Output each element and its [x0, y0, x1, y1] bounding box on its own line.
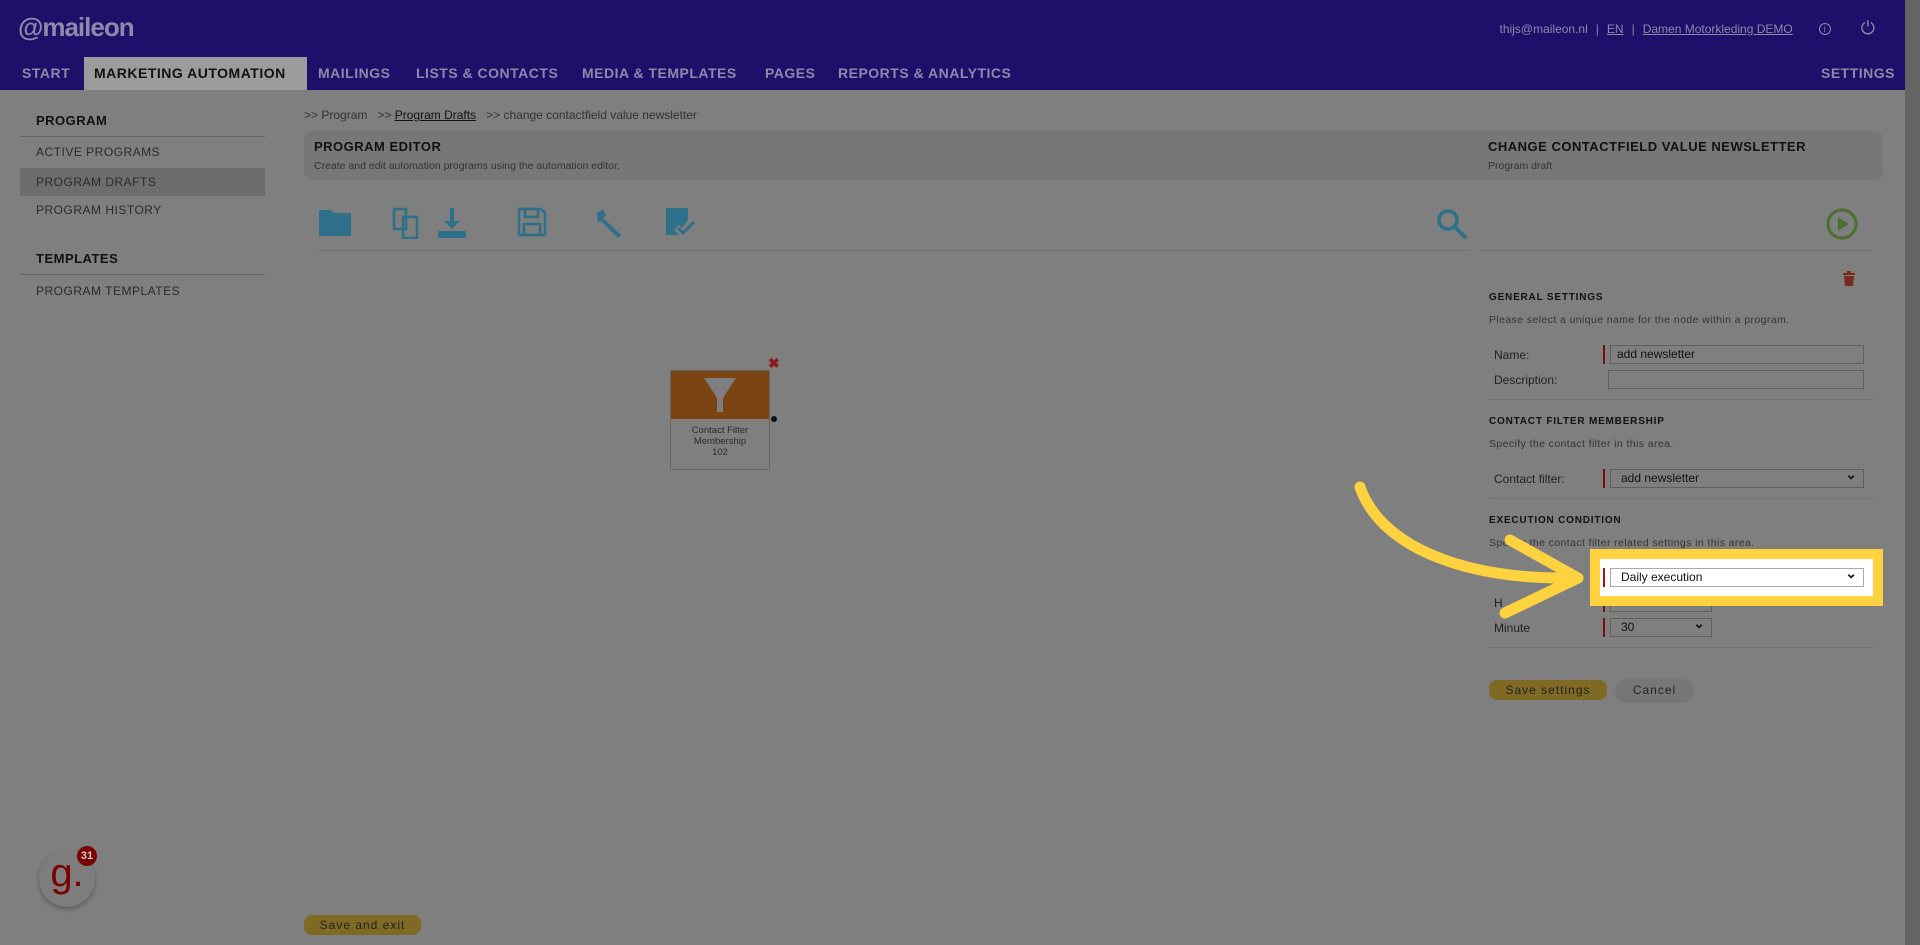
play-icon[interactable] — [1824, 207, 1860, 243]
copy-icon[interactable] — [390, 207, 426, 243]
save-icon[interactable] — [514, 207, 550, 243]
program-header: CHANGE CONTACTFIELD VALUE NEWSLETTER Pro… — [1478, 131, 1883, 180]
contact-filter-heading: CONTACT FILTER MEMBERSHIP — [1489, 416, 1665, 427]
node-connector[interactable] — [771, 416, 777, 422]
delete-node-icon[interactable]: ✖ — [768, 355, 780, 372]
hour-label: H — [1494, 596, 1503, 610]
nav-lists-contacts[interactable]: LISTS & CONTACTS — [406, 57, 568, 90]
divider — [20, 274, 265, 275]
nav-start[interactable]: START — [12, 57, 80, 90]
node-id: 102 — [712, 447, 728, 458]
nav-media-templates[interactable]: MEDIA & TEMPLATES — [572, 57, 747, 90]
sidebar-item-program-history[interactable]: PROGRAM HISTORY — [20, 196, 265, 224]
save-settings-button[interactable]: Save settings — [1489, 680, 1607, 700]
cancel-button[interactable]: Cancel — [1617, 680, 1692, 700]
download-icon[interactable] — [434, 207, 470, 243]
node-type: Contact Filter — [691, 425, 749, 436]
scrollbar[interactable] — [1905, 0, 1920, 945]
nav-mailings[interactable]: MAILINGS — [308, 57, 400, 90]
divider — [318, 250, 1470, 251]
language-link[interactable]: EN — [1607, 22, 1624, 36]
divider — [1480, 250, 1872, 251]
required-marker — [1603, 469, 1605, 488]
sidebar-heading-program: PROGRAM — [36, 113, 108, 128]
minute-select[interactable]: 30 — [1610, 615, 1712, 637]
checklist-icon[interactable] — [662, 207, 698, 243]
name-label: Name: — [1494, 348, 1530, 362]
nav-pages[interactable]: PAGES — [755, 57, 825, 90]
sidebar-item-active-programs[interactable]: ACTIVE PROGRAMS — [20, 138, 265, 166]
page-subtitle: Create and edit automation programs usin… — [314, 160, 620, 172]
sidebar-item-program-drafts[interactable]: PROGRAM DRAFTS — [20, 168, 265, 196]
divider — [1489, 647, 1874, 648]
required-marker — [1603, 345, 1605, 364]
node-label: Contact Filter Membership 102 — [671, 419, 769, 458]
page-title: PROGRAM EDITOR — [314, 139, 442, 154]
user-email: thijs@maileon.nl — [1499, 21, 1588, 36]
contact-filter-text: Specify the contact filter in this area. — [1489, 438, 1674, 450]
trash-icon[interactable] — [1843, 271, 1855, 291]
account-link[interactable]: Damen Motorkleding DEMO — [1643, 22, 1793, 36]
general-settings-text: Please select a unique name for the node… — [1489, 314, 1790, 326]
program-title: CHANGE CONTACTFIELD VALUE NEWSLETTER — [1488, 139, 1806, 154]
contact-filter-node[interactable]: Contact Filter Membership 102 — [670, 370, 770, 470]
program-status: Program draft — [1488, 160, 1553, 172]
execution-type-select[interactable]: Daily execution — [1610, 565, 1864, 587]
divider — [1489, 498, 1874, 499]
sidebar-heading-templates: TEMPLATES — [36, 251, 119, 266]
maileon-logo[interactable]: @maileon — [18, 12, 135, 43]
divider — [20, 136, 265, 137]
power-icon[interactable]: ⏻ — [1861, 18, 1875, 39]
breadcrumb: >> Program >> Program Drafts >> change c… — [304, 108, 697, 122]
name-input[interactable]: add newsletter — [1610, 345, 1864, 364]
breadcrumb-program-drafts[interactable]: Program Drafts — [395, 108, 476, 122]
breadcrumb-program[interactable]: >> Program — [304, 108, 367, 122]
automation-canvas[interactable] — [318, 272, 1470, 907]
sidebar-item-program-templates[interactable]: PROGRAM TEMPLATES — [20, 277, 265, 305]
nav-marketing-automation[interactable]: MARKETING AUTOMATION — [84, 57, 307, 90]
search-icon[interactable] — [1434, 207, 1470, 243]
nav-settings[interactable]: SETTINGS — [1811, 57, 1905, 90]
folder-icon[interactable] — [317, 207, 353, 243]
breadcrumb-separator: >> — [377, 108, 392, 122]
nav-reports-analytics[interactable]: REPORTS & ANALYTICS — [828, 57, 1021, 90]
execution-condition-heading: EXECUTION CONDITION — [1489, 515, 1622, 526]
divider — [1489, 399, 1874, 400]
top-header: @maileon thijs@maileon.nl | EN | Damen Mot… — [0, 0, 1905, 90]
required-marker — [1603, 568, 1605, 587]
minute-label: Minute — [1494, 621, 1531, 635]
breadcrumb-current: >> change contactfield value newsletter — [486, 108, 697, 122]
editor-header: PROGRAM EDITOR Create and edit automatio… — [304, 131, 1484, 180]
funnel-icon — [671, 371, 769, 419]
general-settings-heading: GENERAL SETTINGS — [1489, 292, 1604, 303]
description-label: Description: — [1494, 373, 1558, 387]
contact-filter-select[interactable]: add newsletter — [1610, 466, 1864, 488]
save-and-exit-button[interactable]: Save and exit — [304, 915, 421, 935]
contact-filter-label: Contact filter: — [1494, 472, 1565, 486]
node-type-2: Membership — [693, 436, 747, 447]
description-input[interactable] — [1608, 370, 1864, 389]
notification-badge: 31 — [77, 846, 97, 866]
info-icon[interactable]: i — [1818, 22, 1831, 35]
user-bar: thijs@maileon.nl | EN | Damen Motorkleding… — [1499, 18, 1875, 39]
required-marker — [1603, 618, 1605, 637]
wrench-icon[interactable] — [591, 207, 627, 243]
execution-condition-text: Specify the contact filter related setti… — [1489, 537, 1755, 549]
